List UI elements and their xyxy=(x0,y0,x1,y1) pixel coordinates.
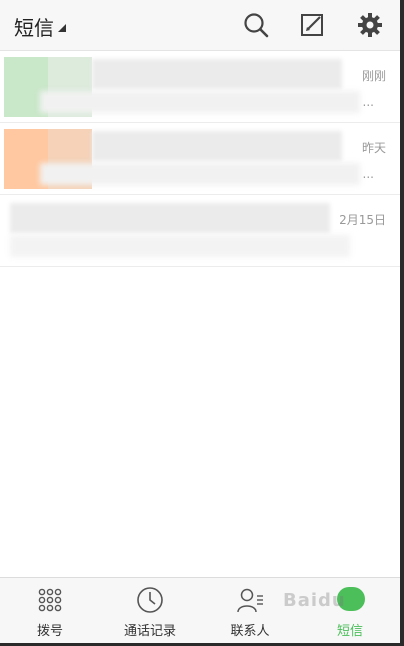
contact-name-redacted xyxy=(10,203,330,233)
message-time: 昨天 xyxy=(361,141,386,155)
message-preview-redacted xyxy=(40,163,360,185)
tab-sms-label: 短信 xyxy=(336,624,363,639)
watermark-logo: Baidu xyxy=(283,590,346,611)
list-item[interactable]: 刚刚 ... xyxy=(0,51,400,123)
tab-dial-label: 拨号 xyxy=(36,624,63,639)
message-time: 2月15日 xyxy=(339,213,386,227)
tab-call-log[interactable]: 通话记录 xyxy=(100,578,200,643)
page-title[interactable]: 短信 xyxy=(14,12,54,41)
gear-icon xyxy=(358,13,382,37)
message-preview-redacted xyxy=(10,235,350,257)
clock-icon xyxy=(136,586,164,614)
tab-call-log-label: 通话记录 xyxy=(123,624,176,639)
dialpad-icon xyxy=(36,586,64,614)
list-item[interactable]: 昨天 ... xyxy=(0,123,400,195)
preview-ellipsis: ... xyxy=(362,95,374,109)
search-button[interactable] xyxy=(242,11,270,39)
conversation-list: 刚刚 ... 昨天 ... 2月15日 xyxy=(0,51,400,267)
contact-name-redacted xyxy=(92,131,342,161)
tab-contacts-label: 联系人 xyxy=(230,624,270,639)
app-window: 短信 刚刚 ... 昨天 ... 2月15日 拨号 通话记录 联系人 短信 Ba… xyxy=(0,0,404,646)
compose-button[interactable] xyxy=(298,11,326,39)
compose-icon xyxy=(301,14,323,36)
title-dropdown-icon[interactable] xyxy=(58,24,66,32)
search-icon xyxy=(244,13,269,38)
contact-name-redacted xyxy=(92,59,342,89)
settings-button[interactable] xyxy=(356,11,384,39)
top-bar: 短信 xyxy=(0,0,400,51)
message-time: 刚刚 xyxy=(361,69,386,83)
list-item[interactable]: 2月15日 xyxy=(0,195,400,267)
tab-dial[interactable]: 拨号 xyxy=(0,578,100,643)
message-preview-redacted xyxy=(40,91,360,113)
contacts-icon xyxy=(236,586,264,614)
preview-ellipsis: ... xyxy=(362,167,374,181)
